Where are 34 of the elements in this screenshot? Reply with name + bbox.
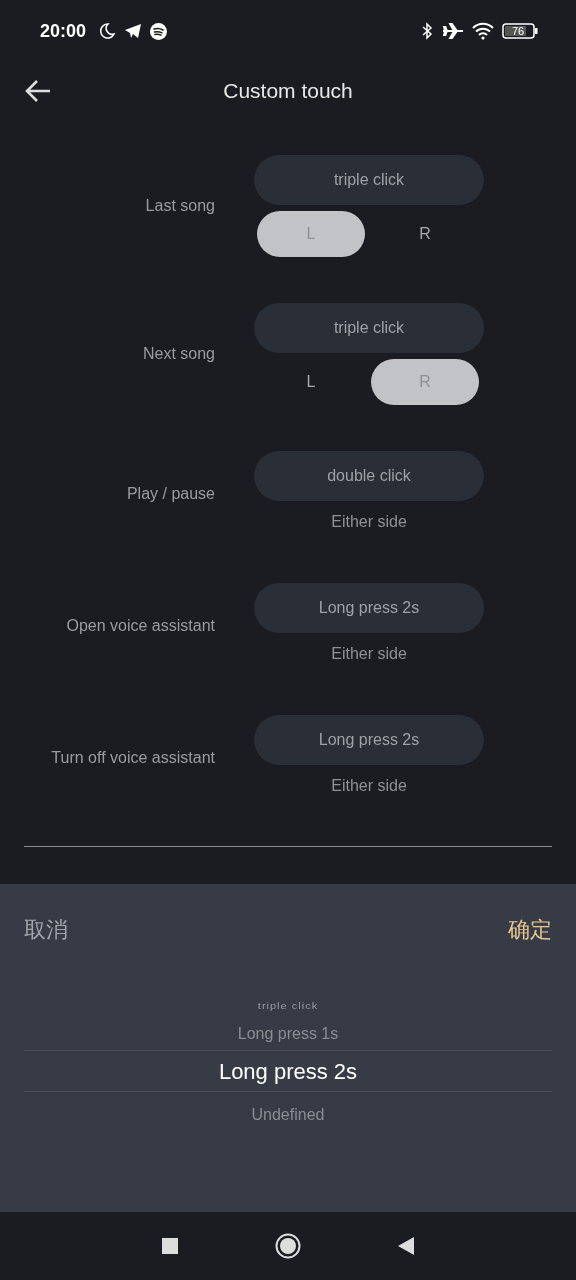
picker-option[interactable]: Undefined [24,1092,552,1136]
paper-plane-icon [124,23,143,39]
page-title: Custom touch [223,79,353,103]
gesture-label: Last song [144,197,215,215]
gesture-label: Open voice assistant [65,617,215,635]
gesture-label: Play / pause [125,485,215,503]
gesture-action-button[interactable]: Long press 2s [254,583,484,633]
side-note: Either side [330,776,408,796]
cancel-button[interactable]: 取消 [24,904,68,956]
moon-icon [98,22,117,40]
bluetooth-icon [420,22,434,40]
wifi-icon [472,22,494,40]
confirm-button[interactable]: 确定 [508,904,552,956]
side-note: Either side [330,644,408,664]
back-arrow-icon[interactable] [24,79,52,103]
side-note: Either side [330,512,408,532]
gesture-action-button[interactable]: triple click [254,155,484,205]
side-option[interactable]: L [257,359,365,405]
back-icon[interactable] [397,1236,415,1256]
gesture-action-button[interactable]: double click [254,451,484,501]
clock: 20:00 [40,20,87,42]
home-icon[interactable] [275,1233,301,1259]
airplane-icon [442,22,464,40]
picker-option[interactable]: Long press 2s [24,1050,552,1092]
gesture-label: Next song [141,345,215,363]
battery-level: 76 [510,24,526,39]
picker-option[interactable]: triple click [24,996,552,1016]
gesture-action-button[interactable]: triple click [254,303,484,353]
music-app-icon [150,22,168,40]
gesture-label: Turn off voice assistant [50,749,215,767]
side-option[interactable]: R [371,211,479,257]
recents-icon[interactable] [161,1237,179,1255]
gesture-action-button[interactable]: Long press 2s [254,715,484,765]
picker-option[interactable]: Long press 1s [24,1018,552,1050]
